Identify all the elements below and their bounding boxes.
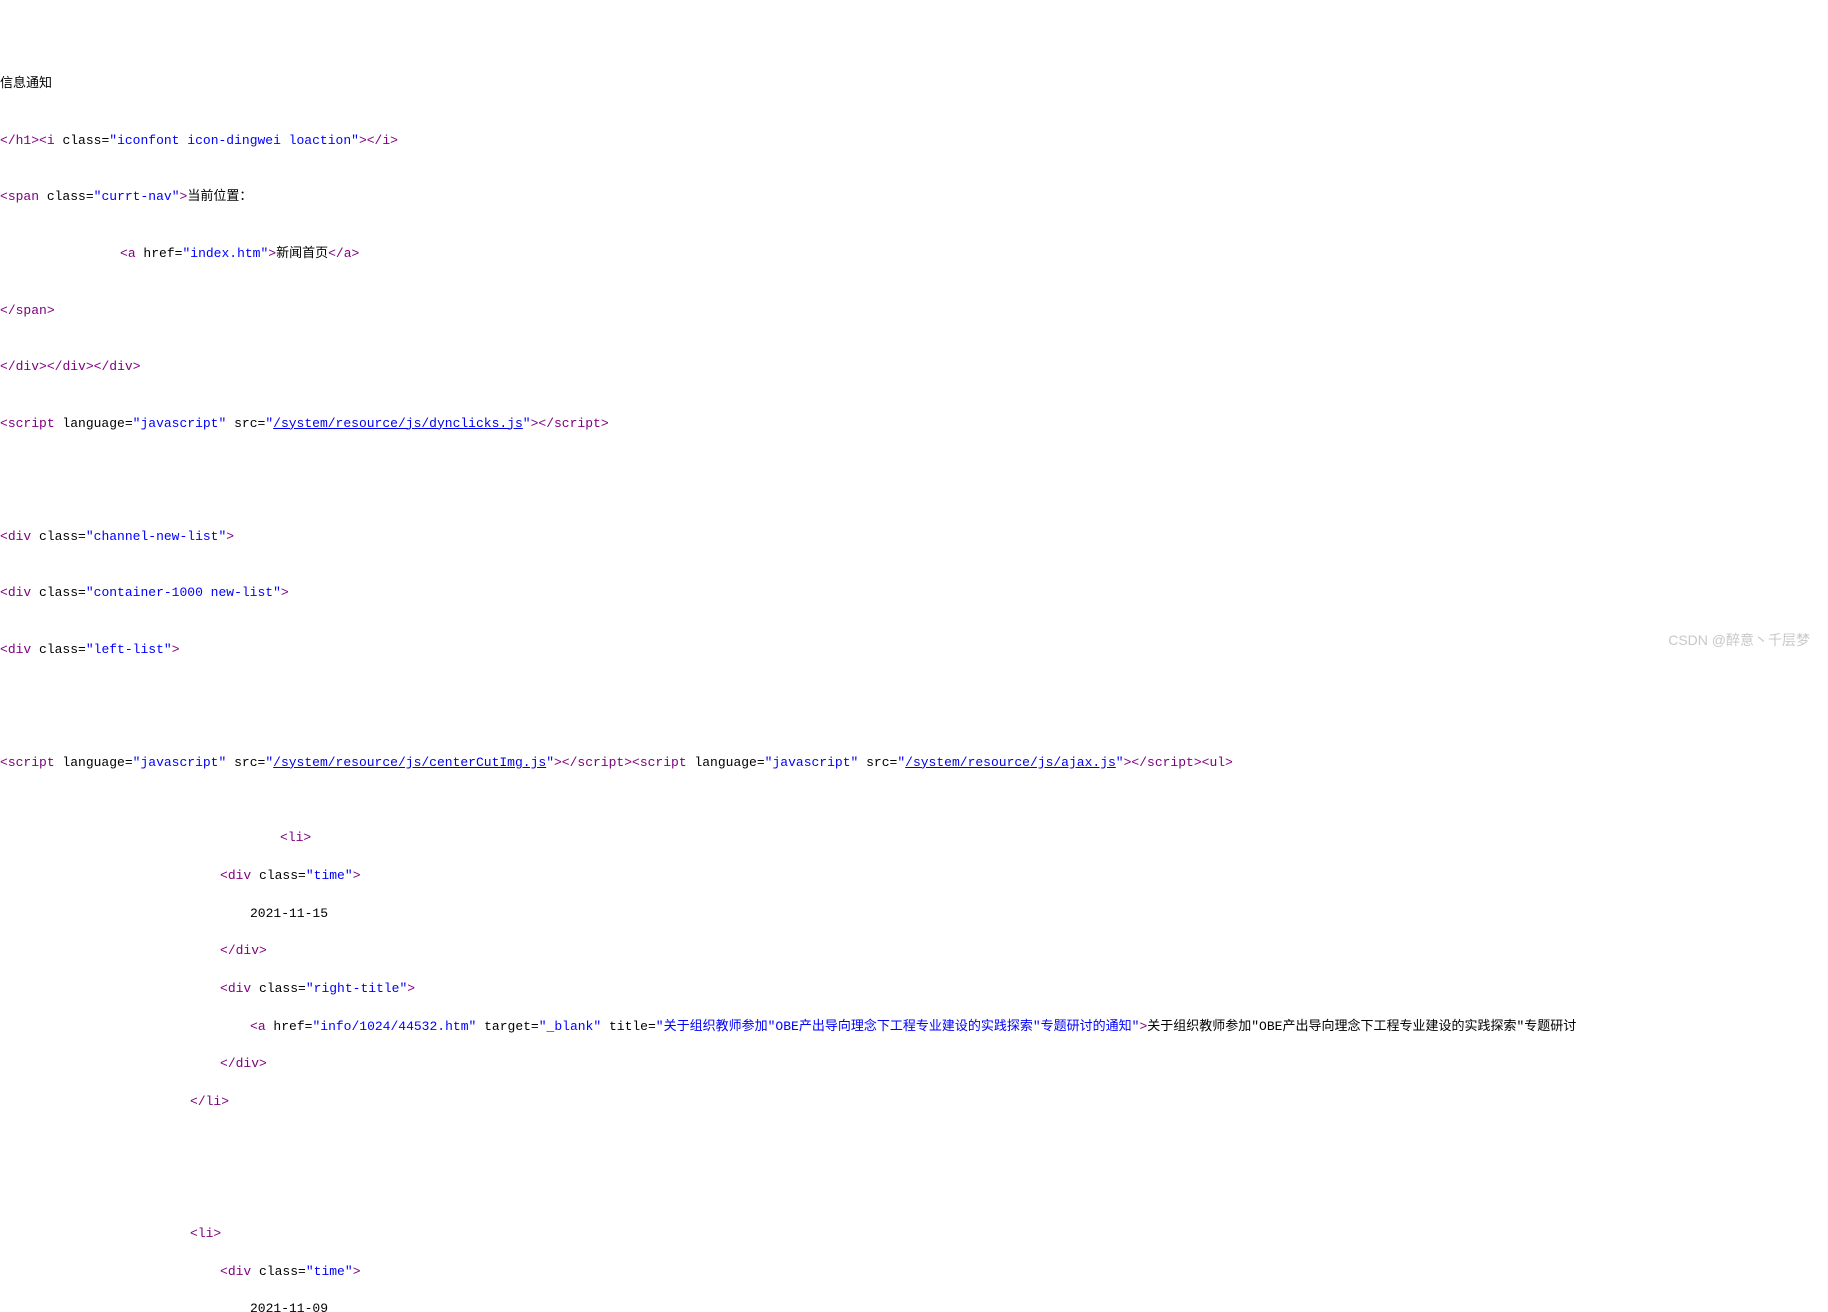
article-link-1[interactable]: 关于组织教师参加"OBE产出导向理念下工程专业建设的实践探索"专题研讨 xyxy=(1147,1019,1576,1034)
li-close-1: </li> xyxy=(0,1093,1828,1112)
line-scripts-ul: <script language="javascript" src="/syst… xyxy=(0,754,1828,773)
date-2: 2021-11-09 xyxy=(0,1300,1828,1312)
blank-line xyxy=(0,471,1828,490)
link-ajax-js[interactable]: /system/resource/js/ajax.js xyxy=(905,755,1116,770)
blank-li-1 xyxy=(0,1149,1828,1168)
time-close-1: </div> xyxy=(0,942,1828,961)
line-span-close: </span> xyxy=(0,302,1828,321)
li-open-2: <li> xyxy=(0,1225,1828,1244)
li-open-1: <li> xyxy=(0,829,1828,848)
blank-line-2 xyxy=(0,697,1828,716)
line-div-close-double: </div></div></div> xyxy=(0,358,1828,377)
line-script-dynclicks: <script language="javascript" src="/syst… xyxy=(0,415,1828,434)
time-open-1: <div class="time"> xyxy=(0,867,1828,886)
heading-text: 信息通知 xyxy=(0,75,1828,94)
line-span-open: <span class="currt-nav">当前位置： xyxy=(0,188,1828,207)
line-div-container: <div class="container-1000 new-list"> xyxy=(0,584,1828,603)
date-1: 2021-11-15 xyxy=(0,905,1828,924)
rt-open-1: <div class="right-title"> xyxy=(0,980,1828,999)
link-dynclicks-js[interactable]: /system/resource/js/dynclicks.js xyxy=(273,416,523,431)
link-row-1: <a href="info/1024/44532.htm" target="_b… xyxy=(0,1018,1828,1037)
rt-close-1: </div> xyxy=(0,1055,1828,1074)
time-open-2: <div class="time"> xyxy=(0,1263,1828,1282)
line-h1-close: </h1><i class="iconfont icon-dingwei loa… xyxy=(0,132,1828,151)
line-div-left: <div class="left-list"> xyxy=(0,641,1828,660)
line-a-index: <a href="index.htm">新闻首页</a> xyxy=(0,245,1828,264)
link-centercut-js[interactable]: /system/resource/js/centerCutImg.js xyxy=(273,755,546,770)
line-div-channel: <div class="channel-new-list"> xyxy=(0,528,1828,547)
